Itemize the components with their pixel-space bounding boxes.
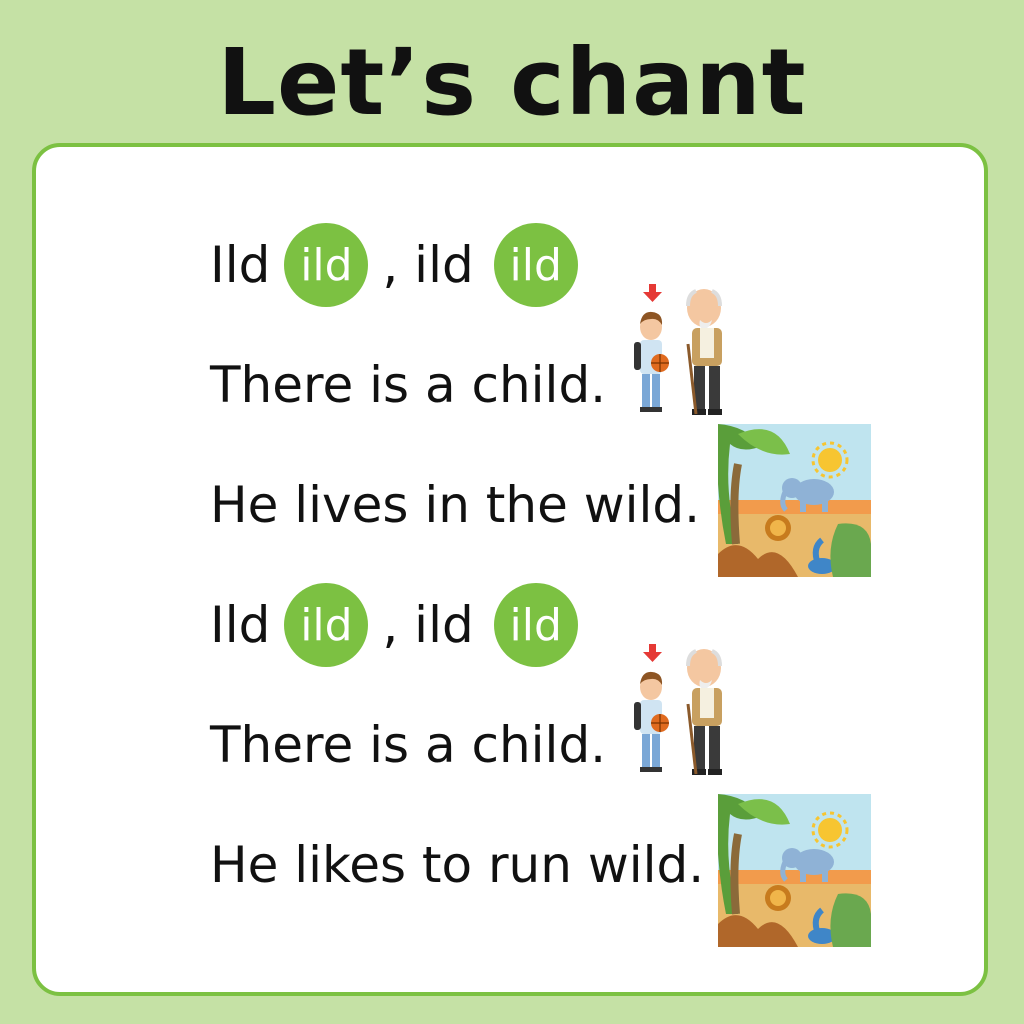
child-with-grandfather-illustration [634, 284, 722, 415]
lion-icon [765, 885, 791, 911]
chant-line-6: He likes to run wild. [210, 836, 705, 894]
child-with-grandfather-illustration [634, 644, 722, 775]
wild-jungle-illustration [718, 794, 871, 947]
ild-bubble: ild [284, 223, 369, 307]
chant-line-3: He lives in the wild. [210, 476, 701, 534]
red-arrow-icon [643, 284, 662, 302]
grandfather-figure [686, 649, 722, 775]
chant-word: Ild [210, 596, 271, 654]
wild-jungle-illustration [718, 424, 871, 577]
grandfather-figure [686, 289, 722, 415]
ild-bubble: ild [493, 223, 578, 307]
chant-line-5: There is a child. [210, 716, 607, 774]
chant-line-4: Ild ild , ild ild [210, 583, 592, 667]
ild-bubble: ild [284, 583, 369, 667]
child-figure [634, 671, 669, 772]
chant-word: Ild [210, 236, 271, 294]
ild-bubble: ild [493, 583, 578, 667]
chant-line-2: There is a child. [210, 356, 607, 414]
lion-icon [765, 515, 791, 541]
page-title: Let’s chant [217, 29, 807, 136]
chant-separator: , ild [382, 596, 474, 654]
red-arrow-icon [643, 644, 662, 662]
child-figure [634, 311, 669, 412]
chant-line-1: Ild ild , ild ild [210, 223, 592, 307]
chant-separator: , ild [382, 236, 474, 294]
